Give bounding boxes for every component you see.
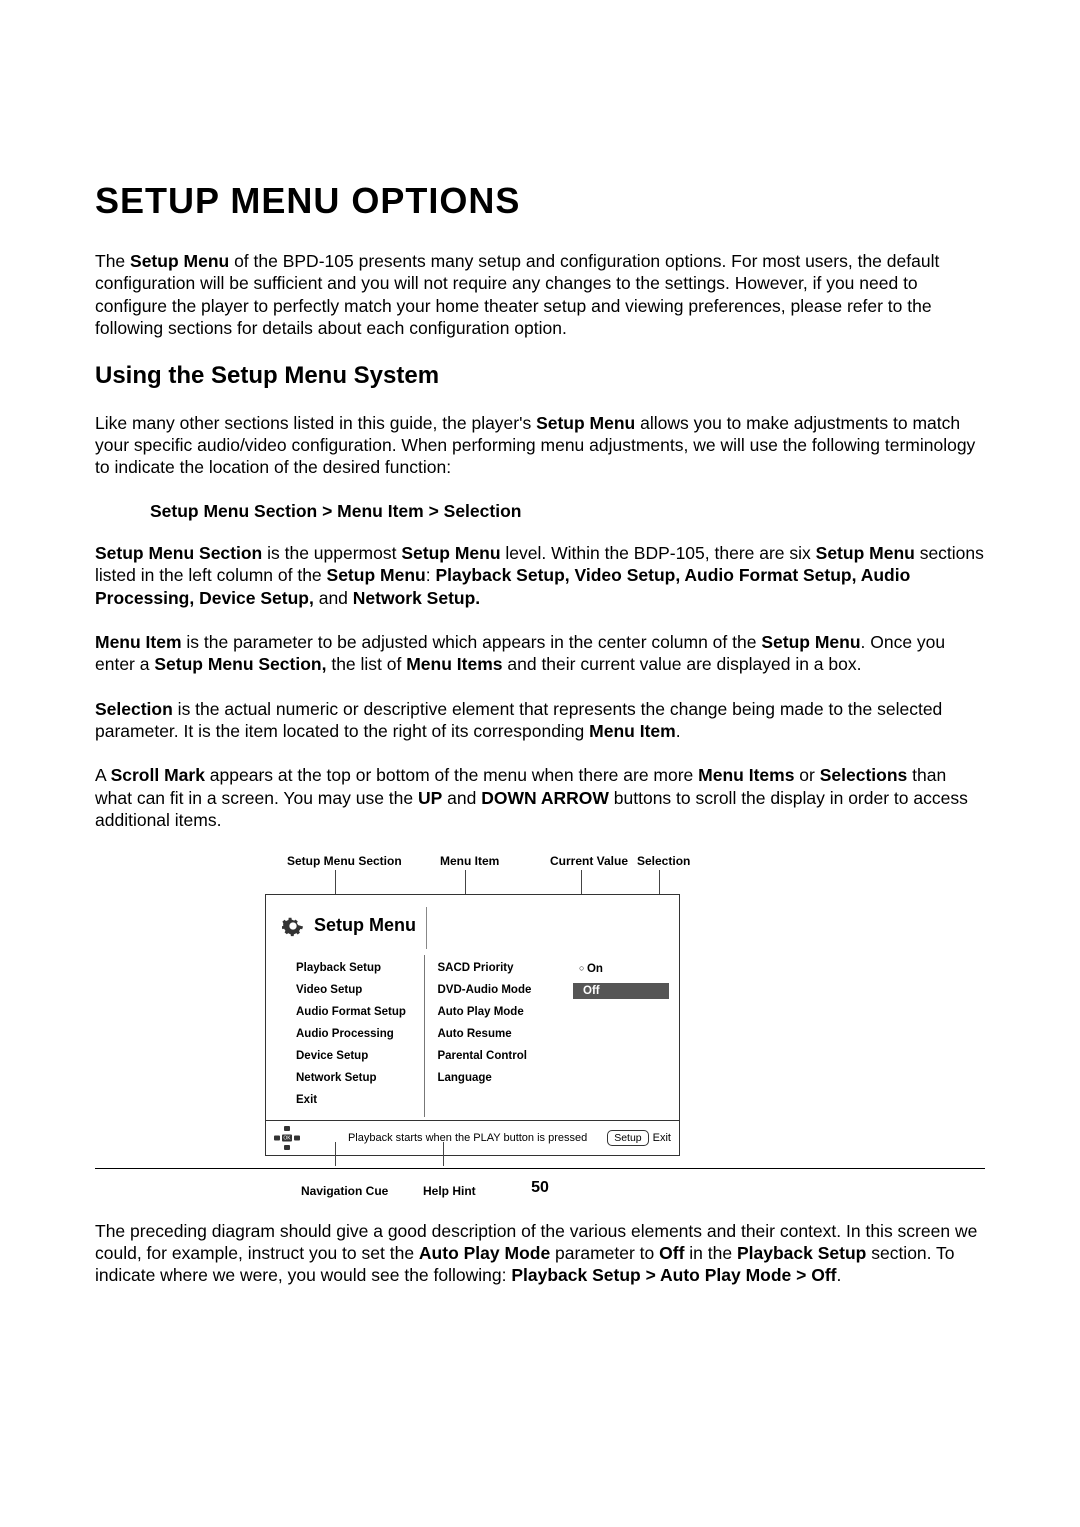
panel-title: Setup Menu (314, 915, 416, 936)
text-bold: Setup Menu (401, 543, 500, 563)
menu-item: Parental Control (437, 1049, 561, 1063)
paragraph: Selection is the actual numeric or descr… (95, 698, 985, 743)
text: is the actual numeric or descriptive ele… (95, 699, 942, 741)
menu-item: Language (437, 1071, 561, 1085)
sections-column: Playback Setup Video Setup Audio Format … (296, 955, 425, 1117)
text: the list of (326, 654, 406, 674)
text-bold: Scroll Mark (111, 765, 205, 785)
paragraph: The preceding diagram should give a good… (95, 1220, 985, 1287)
text-bold: Setup Menu (130, 251, 229, 271)
label-section: Setup Menu Section (287, 854, 402, 868)
text-bold: Playback Setup > Auto Play Mode > Off (511, 1265, 836, 1285)
text: level. Within the BDP-105, there are six (501, 543, 816, 563)
text-bold: Menu Item (589, 721, 676, 741)
section-item: Playback Setup (296, 961, 424, 975)
exit-label: Exit (653, 1132, 671, 1144)
text-bold: Auto Play Mode (419, 1243, 550, 1263)
text: or (794, 765, 819, 785)
help-hint-text: Playback starts when the PLAY button is … (308, 1132, 607, 1144)
text: in the (684, 1243, 737, 1263)
section-item: Device Setup (296, 1049, 424, 1063)
text: is the uppermost (262, 543, 401, 563)
page-title: SETUP MENU OPTIONS (95, 180, 985, 222)
values-column: On Off (561, 955, 669, 1117)
label-value: Current Value (550, 854, 628, 868)
paragraph: A Scroll Mark appears at the top or bott… (95, 764, 985, 831)
menu-item: Auto Resume (437, 1027, 561, 1041)
footer-rule (95, 1168, 985, 1169)
menu-panel: Setup Menu Playback Setup Video Setup Au… (265, 894, 680, 1156)
text-bold: Setup Menu Section, (154, 654, 326, 674)
text-bold: Network Setup. (353, 588, 480, 608)
items-column: SACD Priority DVD-Audio Mode Auto Play M… (425, 955, 561, 1117)
text-bold: DOWN ARROW (481, 788, 609, 808)
menu-item: Auto Play Mode (437, 1005, 561, 1019)
paragraph: Menu Item is the parameter to be adjuste… (95, 631, 985, 676)
text-bold: Selections (820, 765, 908, 785)
panel-footer: OK Playback starts when the PLAY button … (266, 1120, 679, 1155)
text-bold: UP (418, 788, 442, 808)
text-bold: Setup Menu (327, 565, 426, 585)
intro-paragraph: The Setup Menu of the BPD-105 presents m… (95, 250, 985, 340)
text: A (95, 765, 111, 785)
svg-text:OK: OK (283, 1135, 291, 1141)
section-item: Audio Format Setup (296, 1005, 424, 1019)
text: . (676, 721, 681, 741)
text: . (836, 1265, 841, 1285)
text: is the parameter to be adjusted which ap… (182, 632, 762, 652)
text: parameter to (550, 1243, 659, 1263)
label-item: Menu Item (440, 854, 499, 868)
value-on: On (579, 961, 669, 975)
text-bold: Setup Menu (536, 413, 635, 433)
section-item: Network Setup (296, 1071, 424, 1085)
menu-item: SACD Priority (437, 961, 561, 975)
text: appears at the top or bottom of the menu… (205, 765, 698, 785)
label-selection: Selection (637, 854, 690, 868)
page-number: 50 (95, 1179, 985, 1197)
section-item: Video Setup (296, 983, 424, 997)
diagram-top-labels: Setup Menu Section Menu Item Current Val… (265, 854, 680, 870)
paragraph: Setup Menu Section is the uppermost Setu… (95, 542, 985, 609)
setup-button-label: Setup (607, 1130, 648, 1146)
breadcrumb-example: Setup Menu Section > Menu Item > Selecti… (150, 501, 985, 522)
section-item: Exit (296, 1093, 424, 1107)
text: The (95, 251, 130, 271)
page: SETUP MENU OPTIONS The Setup Menu of the… (0, 0, 1080, 1527)
text-bold: Setup Menu Section (95, 543, 262, 563)
text-bold: Off (659, 1243, 684, 1263)
text-bold: Playback Setup (737, 1243, 866, 1263)
divider-line (426, 907, 427, 949)
value-off-selected: Off (573, 983, 669, 999)
menu-item: DVD-Audio Mode (437, 983, 561, 997)
exit-group: Setup Exit (607, 1130, 671, 1146)
text: and their current value are displayed in… (503, 654, 862, 674)
text: and (442, 788, 481, 808)
text: Like many other sections listed in this … (95, 413, 536, 433)
page-footer: 50 (95, 1162, 985, 1197)
text-bold: Menu Item (95, 632, 182, 652)
text-bold: Selection (95, 699, 173, 719)
paragraph: Like many other sections listed in this … (95, 412, 985, 479)
text: : (426, 565, 436, 585)
setup-menu-diagram: Setup Menu Section Menu Item Current Val… (265, 854, 680, 1196)
text-bold: Setup Menu (816, 543, 915, 563)
text-bold: Menu Items (406, 654, 502, 674)
text-bold: Setup Menu (761, 632, 860, 652)
text: and (314, 588, 353, 608)
gear-icon (282, 915, 304, 937)
section-heading: Using the Setup Menu System (95, 362, 985, 390)
menu-columns: Playback Setup Video Setup Audio Format … (296, 955, 669, 1117)
text-bold: Menu Items (698, 765, 794, 785)
panel-title-row: Setup Menu (282, 915, 416, 937)
section-item: Audio Processing (296, 1027, 424, 1041)
nav-cue-icon: OK (266, 1126, 308, 1150)
